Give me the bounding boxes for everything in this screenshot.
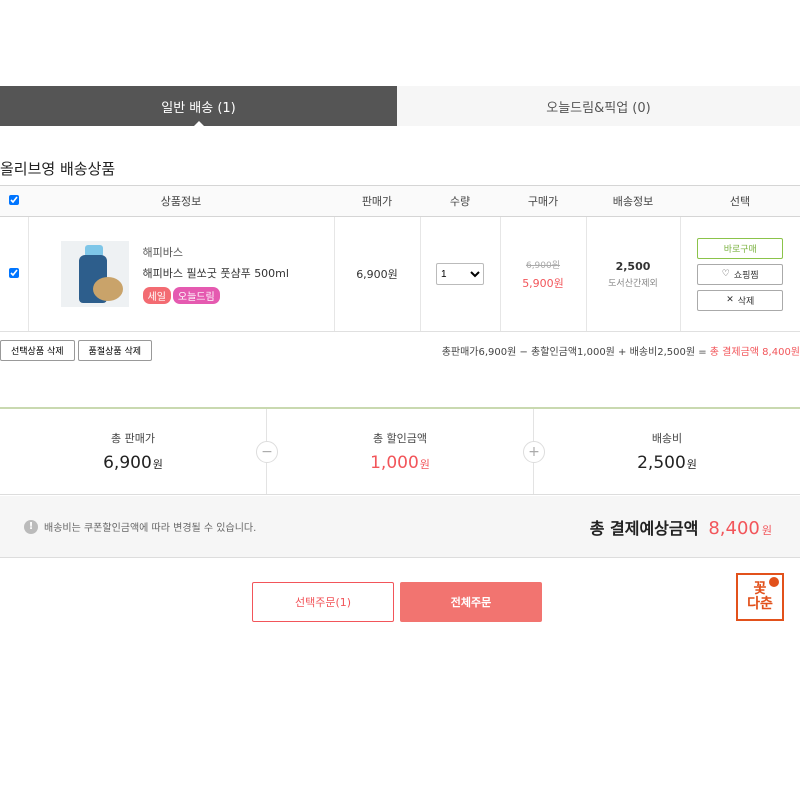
quantity-cell: 1 <box>419 216 500 332</box>
header-shipping-info: 배송정보 <box>586 185 680 217</box>
summary-discount: − 총 할인금액 1,000원 <box>256 409 533 494</box>
order-selected-button[interactable]: 선택주문(1) <box>252 582 394 622</box>
cart-action-bar: 선택상품 삭제 품절상품 삭제 총판매가6,900원 − 총할인금액1,000원… <box>0 340 800 361</box>
estimated-total: 총 결제예상금액 8,400 원 <box>590 515 772 539</box>
summary-discount-label: 총 할인금액 <box>372 432 428 445</box>
notice-row: ! 배송비는 쿠폰할인금액에 따라 변경될 수 있습니다. 총 결제예상금액 8… <box>0 496 800 558</box>
calc-formula: 총판매가6,900원 − 총할인금액1,000원 + 배송비2,500원 = <box>441 347 707 358</box>
header-quantity: 수량 <box>420 185 500 217</box>
delete-item-button[interactable]: ✕ 삭제 <box>697 289 784 311</box>
price-summary: 총 판매가 6,900원 − 총 할인금액 1,000원 + 배송비 2,500… <box>0 407 800 495</box>
header-product-info: 상품정보 <box>28 185 334 217</box>
summary-total-price-label: 총 판매가 <box>111 432 155 445</box>
delete-selected-button[interactable]: 선택상품 삭제 <box>0 340 75 361</box>
order-all-button[interactable]: 전체주문 <box>400 582 542 622</box>
sale-badge: 세일 <box>142 287 171 304</box>
heart-icon: ♡ <box>721 269 730 279</box>
original-price: 6,900원 <box>525 260 561 271</box>
flower-icon <box>769 577 779 587</box>
delete-label: 삭제 <box>737 296 755 307</box>
row-check-cell <box>0 216 28 332</box>
logo-line-2: 다춘 <box>747 596 773 612</box>
action-cell: 바로구매 ♡ 쇼핑찜 ✕ 삭제 <box>679 216 800 332</box>
select-all-cell <box>0 185 28 217</box>
sale-price: 6,900원 <box>356 268 398 281</box>
minus-icon: − <box>256 441 278 463</box>
wishlist-button[interactable]: ♡ 쇼핑찜 <box>697 263 784 285</box>
logo-line-1: 꽃 <box>753 581 767 597</box>
price-calculation: 총판매가6,900원 − 총할인금액1,000원 + 배송비2,500원 = 총… <box>442 343 800 358</box>
watermark-logo: 꽃 다춘 <box>736 573 784 621</box>
plus-icon: + <box>523 441 545 463</box>
buy-now-button[interactable]: 바로구매 <box>697 237 784 259</box>
select-all-checkbox[interactable] <box>9 194 19 205</box>
table-header-row: 상품정보 판매가 수량 구매가 배송정보 선택 <box>0 185 800 217</box>
summary-discount-value: 1,000원 <box>370 453 430 473</box>
purchase-price-cell: 6,900원 5,900원 <box>499 216 586 332</box>
estimated-total-value: 8,400 원 <box>708 517 772 539</box>
estimated-total-label: 총 결제예상금액 <box>589 518 699 538</box>
info-icon: ! <box>24 519 38 534</box>
tab-today-delivery-pickup[interactable]: 오늘드림&픽업 (0) <box>397 86 800 126</box>
delete-soldout-button[interactable]: 품절상품 삭제 <box>77 340 153 361</box>
shipping-note: 도서산간제외 <box>608 278 658 289</box>
wishlist-label: 쇼핑찜 <box>733 270 759 281</box>
header-sale-price: 판매가 <box>334 185 420 217</box>
sale-price-cell: 6,900원 <box>333 216 420 332</box>
summary-total-price: 총 판매가 6,900원 <box>0 409 266 494</box>
today-delivery-badge: 오늘드림 <box>172 287 220 304</box>
purchase-price: 5,900원 <box>522 276 564 290</box>
product-name[interactable]: 해피바스 필쏘굿 풋샴푸 500ml <box>143 265 289 281</box>
header-purchase-price: 구매가 <box>500 185 586 217</box>
close-icon: ✕ <box>726 295 734 305</box>
summary-shipping: + 배송비 2,500원 <box>523 409 800 494</box>
table-row: 해피바스 해피바스 필쏘굿 풋샴푸 500ml 세일 오늘드림 6,900원 1 … <box>0 216 800 332</box>
product-brand[interactable]: 해피바스 <box>143 244 289 260</box>
calc-total-amount: 8,400원 <box>762 347 800 358</box>
tab-standard-delivery[interactable]: 일반 배송 (1) <box>0 86 397 127</box>
shipping-notice: 배송비는 쿠폰할인금액에 따라 변경될 수 있습니다. <box>44 523 257 534</box>
calc-total-label: 총 결제금액 <box>709 347 759 358</box>
header-select: 선택 <box>680 185 800 217</box>
summary-shipping-value: 2,500원 <box>637 453 697 473</box>
cart-table: 상품정보 판매가 수량 구매가 배송정보 선택 해피바스 해피바스 필쏘굿 풋샴… <box>0 185 800 332</box>
item-checkbox[interactable] <box>8 267 19 278</box>
shipping-fee: 2,500 <box>615 259 651 273</box>
product-thumbnail[interactable] <box>60 241 129 307</box>
summary-total-price-value: 6,900원 <box>103 453 163 473</box>
quantity-select[interactable]: 1 <box>436 263 484 285</box>
buy-now-label: 바로구매 <box>723 244 757 255</box>
section-title: 올리브영 배송상품 <box>0 160 116 178</box>
product-info-cell: 해피바스 해피바스 필쏘굿 풋샴푸 500ml 세일 오늘드림 <box>27 216 334 332</box>
summary-shipping-label: 배송비 <box>651 432 683 445</box>
shipping-cell: 2,500 도서산간제외 <box>585 216 680 332</box>
delivery-tabs: 일반 배송 (1) 오늘드림&픽업 (0) <box>0 86 800 127</box>
